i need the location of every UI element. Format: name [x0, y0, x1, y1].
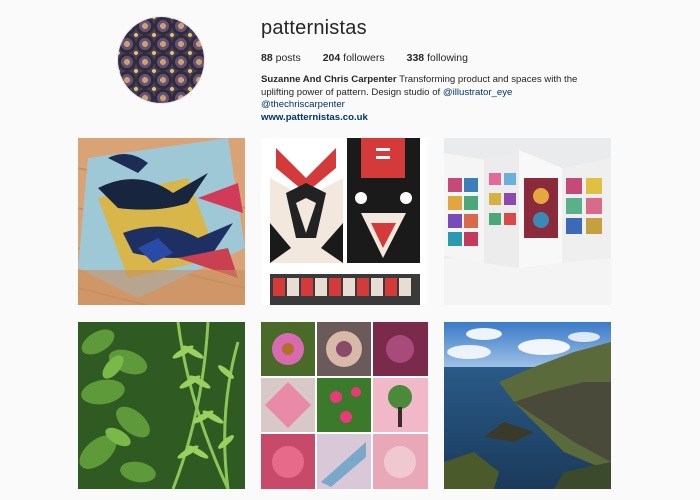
bio-website-link[interactable]: www.patternistas.co.uk [261, 112, 591, 125]
coastal-cliffs-image [444, 322, 611, 489]
following-label: following [427, 52, 468, 64]
foliage-image [78, 322, 245, 489]
posts-label: posts [275, 52, 301, 64]
pattern-book-image [444, 138, 611, 305]
post-tile-flower-collage[interactable] [261, 322, 428, 489]
post-tile-animal-prints[interactable] [261, 138, 428, 305]
following-count: 338 [406, 52, 425, 64]
profile-avatar[interactable] [118, 17, 204, 103]
followers-count: 204 [322, 52, 341, 64]
bio-mention-chris[interactable]: @thechriscarpenter [261, 99, 345, 110]
bird-rug-image [78, 138, 245, 305]
post-tile-foliage[interactable] [78, 322, 245, 489]
flower-collage-image [261, 322, 428, 489]
profile-stats: 88 posts 204 followers 338 following [261, 52, 468, 64]
animal-prints-image [261, 138, 428, 305]
bio-name: Suzanne And Chris Carpenter [261, 74, 397, 85]
post-tile-pattern-book[interactable] [444, 138, 611, 305]
profile-bio: Suzanne And Chris Carpenter Transforming… [261, 74, 591, 124]
bio-mention-illustrator[interactable]: @illustrator_eye [443, 87, 512, 98]
post-tile-bird-rug[interactable] [78, 138, 245, 305]
followers-stat[interactable]: 204 followers [323, 52, 385, 64]
posts-stat: 88 posts [261, 52, 301, 64]
profile-username: patternistas [261, 17, 367, 39]
followers-label: followers [343, 52, 385, 64]
post-tile-coastal-cliffs[interactable] [444, 322, 611, 489]
following-stat[interactable]: 338 following [407, 52, 468, 64]
posts-count: 88 [261, 52, 273, 64]
